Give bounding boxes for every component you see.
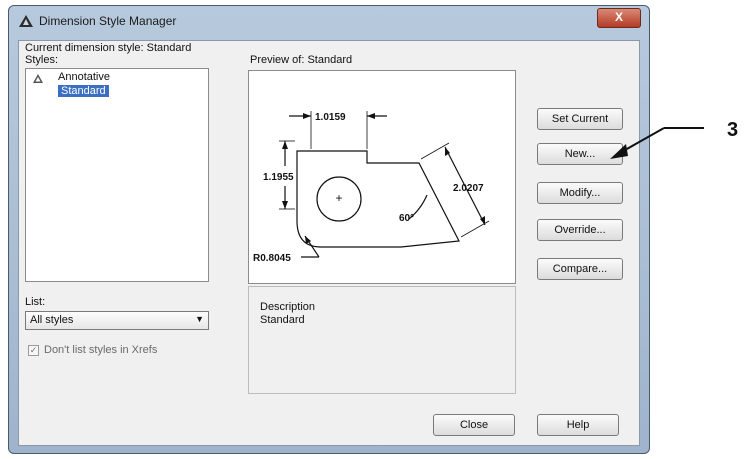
compare-button[interactable]: Compare... (537, 258, 623, 280)
description-text: Standard (260, 314, 305, 326)
dim-angle: 60° (399, 213, 414, 224)
window-title: Dimension Style Manager (39, 14, 177, 28)
list-filter-dropdown[interactable]: All styles ▼ (25, 311, 209, 330)
triangle-icon (33, 74, 43, 86)
dont-list-xrefs-label: Don't list styles in Xrefs (44, 344, 158, 356)
preview-panel: + 1.0159 1.1955 2.0207 60° R0.8045 (248, 70, 516, 284)
close-button[interactable]: Close (433, 414, 515, 436)
part-outline (296, 150, 460, 248)
help-button[interactable]: Help (537, 414, 619, 436)
modify-button[interactable]: Modify... (537, 182, 623, 204)
style-item-annotative[interactable]: Annotative (58, 71, 110, 83)
close-window-button[interactable]: X (597, 8, 641, 28)
center-mark: + (335, 191, 342, 205)
dim-horizontal: 1.0159 (315, 112, 346, 123)
callout-arrow (610, 127, 704, 159)
dimension-preview-drawing: + 1.0159 1.1955 2.0207 60° R0.8045 (253, 111, 490, 264)
dim-vertical: 1.1955 (263, 172, 294, 183)
autocad-app-icon (19, 15, 33, 30)
styles-list[interactable] (25, 68, 209, 282)
description-label: Description (260, 301, 316, 313)
description-box: Description Standard (248, 286, 516, 394)
current-style-label: Current dimension style: Standard (25, 42, 192, 54)
callout-number: 3 (727, 119, 739, 141)
styles-label: Styles: (25, 54, 59, 66)
preview-label: Preview of: Standard (250, 54, 353, 66)
override-button[interactable]: Override... (537, 219, 623, 241)
chevron-down-icon: ▼ (195, 314, 204, 324)
dim-aligned: 2.0207 (453, 183, 484, 194)
list-label: List: (25, 296, 46, 308)
style-item-standard[interactable]: Standard (58, 85, 109, 97)
dont-list-xrefs-checkbox[interactable]: ✓ (28, 345, 39, 356)
dim-radius: R0.8045 (253, 253, 291, 264)
list-filter-value: All styles (30, 314, 74, 326)
title-bar[interactable]: Dimension Style Manager X (9, 6, 649, 36)
